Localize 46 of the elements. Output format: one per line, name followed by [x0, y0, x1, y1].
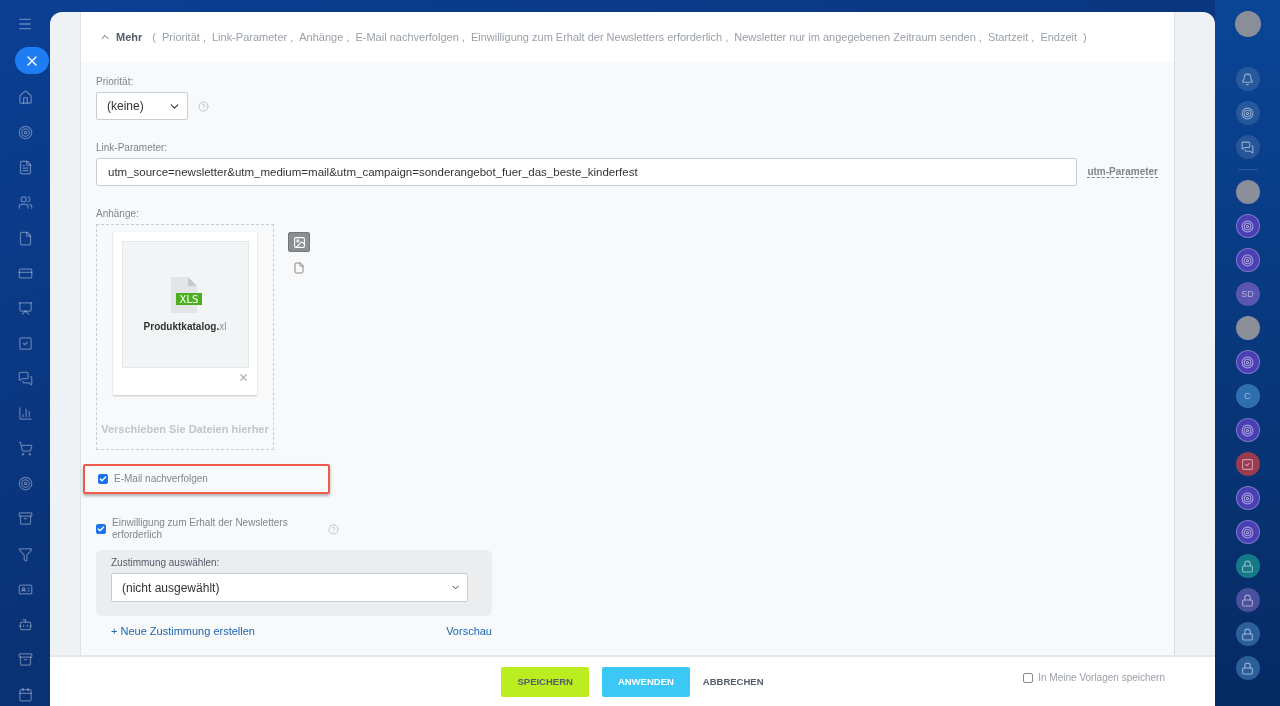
summary-item: Einwilligung zum Erhalt der Newsletters erforderlich , [470, 31, 729, 43]
lock-icon[interactable] [1235, 656, 1260, 680]
save-button[interactable]: SPEICHERN [501, 666, 589, 697]
summary-item: Newsletter nur im angegebenen Zeitraum senden , [734, 31, 982, 43]
utm-link[interactable]: utm-Parameter [1087, 166, 1158, 178]
summary-bracket: ( [152, 31, 156, 43]
field-label: Link-Parameter: [96, 142, 169, 153]
priority-select[interactable]: (keine) [96, 92, 188, 120]
summary-item: Anhänge , [299, 31, 350, 43]
checkbox[interactable] [96, 524, 106, 534]
option-label: Einwilligung zum Erhalt der Newsletters erforderlich [112, 517, 289, 541]
summary-bracket: ) [1083, 31, 1087, 43]
cancel-button[interactable]: ABBRECHEN [702, 666, 764, 697]
consent-select[interactable]: (nicht ausgewählt) [111, 573, 468, 602]
drop-zone[interactable]: XLS Produktkatalog.xl Verschieben Sie Dateien hierher [96, 224, 274, 450]
file-icon[interactable] [293, 261, 305, 275]
lock-icon[interactable] [1235, 622, 1260, 646]
summary-item: Startzeit , [987, 31, 1035, 43]
field-label: Anhänge: [96, 208, 140, 219]
help-icon[interactable] [328, 523, 339, 535]
lock-icon[interactable] [1235, 588, 1260, 612]
summary-item: Priorität , [161, 31, 206, 43]
avatar[interactable] [1235, 316, 1260, 340]
field-label: Priorität: [96, 76, 135, 87]
create-consent-link[interactable]: + Neue Zustimmung erstellen [111, 625, 255, 637]
option-label: E-Mail nachverfolgen [114, 473, 209, 485]
input-field[interactable]: utm_source=newsletter&utm_medium=mail&utm_campaign=sonderangebot_fuer_das_beste_kinderfest [96, 158, 1078, 186]
summary-item: Link-Parameter , [211, 31, 294, 43]
drop-hint: Verschieben Sie Dateien hierher [101, 423, 269, 435]
remove-icon[interactable] [238, 372, 249, 383]
preview-link[interactable]: Vorschau [446, 625, 492, 637]
more-toggle[interactable]: Mehr [99, 31, 143, 43]
task-icon[interactable] [1235, 452, 1260, 476]
checkbox[interactable] [98, 474, 108, 484]
close-button[interactable] [15, 47, 49, 75]
lock-icon[interactable] [1235, 554, 1260, 578]
summary-item: E-Mail nachverfolgen , [355, 31, 465, 43]
image-icon[interactable] [288, 232, 310, 252]
file-name: Produktkatalog.xl [143, 321, 227, 332]
summary-item: Endzeit [1040, 31, 1078, 43]
avatar[interactable] [1235, 180, 1260, 204]
user-avatar[interactable] [1234, 11, 1261, 37]
help-icon[interactable] [198, 100, 209, 112]
field-label: Zustimmung auswählen: [111, 557, 221, 568]
bell-icon[interactable] [1235, 67, 1260, 91]
chat-avatar[interactable]: SD [1235, 282, 1260, 306]
